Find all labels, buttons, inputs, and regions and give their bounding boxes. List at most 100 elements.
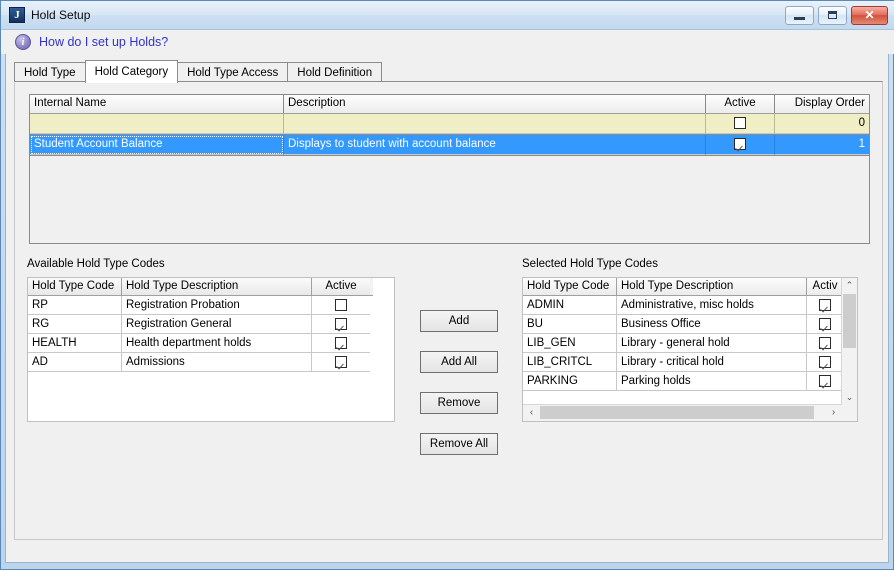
remove-all-button[interactable]: Remove All — [420, 433, 498, 455]
table-row[interactable]: 0 — [30, 114, 869, 135]
horizontal-scroll-thumb[interactable] — [540, 406, 814, 419]
column-header-active[interactable]: Activ — [807, 278, 843, 295]
column-header-active[interactable]: Active — [706, 95, 775, 113]
minimize-icon — [794, 17, 805, 20]
selected-hold-type-codes-grid[interactable]: Hold Type Code Hold Type Description Act… — [523, 278, 843, 398]
hold-category-grid[interactable]: Internal Name Description Active Display… — [29, 94, 870, 244]
vertical-scroll-thumb[interactable] — [843, 294, 856, 348]
help-link[interactable]: How do I set up Holds? — [39, 35, 168, 49]
hold-setup-window: J Hold Setup ✕ i How do I set up Holds? … — [0, 0, 894, 570]
tab-hold-type[interactable]: Hold Type — [14, 62, 86, 82]
scroll-left-icon[interactable]: ‹ — [524, 405, 539, 420]
cell-active[interactable] — [807, 353, 843, 372]
active-checkbox[interactable] — [819, 337, 831, 349]
cell-active[interactable] — [312, 353, 370, 372]
tab-hold-definition[interactable]: Hold Definition — [287, 62, 382, 82]
minimize-button[interactable] — [785, 6, 814, 25]
table-row[interactable]: RP Registration Probation — [28, 296, 373, 315]
tab-hold-category[interactable]: Hold Category — [85, 60, 179, 83]
column-header-active[interactable]: Active — [312, 278, 370, 295]
active-checkbox[interactable] — [819, 318, 831, 330]
vertical-scrollbar[interactable]: ⌃ ⌄ — [841, 278, 857, 405]
info-icon: i — [15, 34, 31, 50]
cell-hold-type-code[interactable]: RP — [28, 296, 122, 315]
scrollbar-corner — [842, 405, 857, 421]
maximize-icon — [828, 11, 837, 19]
column-header-hold-type-code[interactable]: Hold Type Code — [523, 278, 617, 295]
active-checkbox[interactable] — [819, 299, 831, 311]
table-row[interactable]: HEALTH Health department holds — [28, 334, 373, 353]
cell-active[interactable] — [807, 296, 843, 315]
cell-hold-type-description[interactable]: Business Office — [617, 315, 807, 334]
horizontal-scrollbar[interactable]: ‹ › — [523, 404, 842, 421]
column-header-description[interactable]: Description — [284, 95, 706, 113]
table-row[interactable]: Student Account Balance Displays to stud… — [30, 135, 869, 156]
table-row[interactable]: LIB_GEN Library - general hold — [523, 334, 843, 353]
table-row[interactable]: RG Registration General — [28, 315, 373, 334]
cell-internal-name[interactable] — [30, 114, 284, 134]
active-checkbox[interactable] — [734, 138, 746, 150]
column-header-hold-type-description[interactable]: Hold Type Description — [617, 278, 807, 295]
cell-hold-type-code[interactable]: LIB_GEN — [523, 334, 617, 353]
active-checkbox[interactable] — [734, 117, 746, 129]
cell-active[interactable] — [807, 315, 843, 334]
table-row[interactable]: ADMIN Administrative, misc holds — [523, 296, 843, 315]
cell-active[interactable] — [807, 334, 843, 353]
cell-active[interactable] — [706, 135, 775, 155]
active-checkbox[interactable] — [335, 318, 347, 330]
cell-active[interactable] — [807, 372, 843, 391]
column-header-display-order[interactable]: Display Order — [775, 95, 869, 113]
cell-hold-type-description[interactable]: Admissions — [122, 353, 312, 372]
cell-active[interactable] — [312, 315, 370, 334]
tab-hold-type-access[interactable]: Hold Type Access — [177, 62, 288, 82]
cell-display-order[interactable]: 1 — [775, 135, 869, 155]
cell-hold-type-code[interactable]: HEALTH — [28, 334, 122, 353]
active-checkbox[interactable] — [335, 299, 347, 311]
cell-hold-type-description[interactable]: Library - critical hold — [617, 353, 807, 372]
table-row[interactable]: AD Admissions — [28, 353, 373, 372]
cell-description[interactable]: Displays to student with account balance — [284, 135, 706, 155]
cell-hold-type-code[interactable]: ADMIN — [523, 296, 617, 315]
cell-hold-type-description[interactable]: Administrative, misc holds — [617, 296, 807, 315]
cell-active[interactable] — [312, 334, 370, 353]
table-row[interactable]: PARKING Parking holds — [523, 372, 843, 391]
cell-active[interactable] — [706, 114, 775, 134]
remove-button[interactable]: Remove — [420, 392, 498, 414]
cell-hold-type-description[interactable]: Library - general hold — [617, 334, 807, 353]
column-header-hold-type-description[interactable]: Hold Type Description — [122, 278, 312, 295]
active-checkbox[interactable] — [335, 356, 347, 368]
close-button[interactable]: ✕ — [851, 6, 888, 25]
cell-hold-type-description[interactable]: Parking holds — [617, 372, 807, 391]
cell-hold-type-code[interactable]: RG — [28, 315, 122, 334]
available-hold-type-codes-grid[interactable]: Hold Type Code Hold Type Description Act… — [28, 278, 373, 378]
title-bar: J Hold Setup ✕ — [1, 1, 894, 30]
active-checkbox[interactable] — [335, 337, 347, 349]
cell-hold-type-code[interactable]: BU — [523, 315, 617, 334]
scroll-down-icon[interactable]: ⌄ — [842, 390, 857, 405]
cell-internal-name[interactable]: Student Account Balance — [30, 135, 284, 155]
scroll-up-icon[interactable]: ⌃ — [842, 278, 857, 293]
cell-hold-type-description[interactable]: Registration General — [122, 315, 312, 334]
column-header-hold-type-code[interactable]: Hold Type Code — [28, 278, 122, 295]
cell-description[interactable] — [284, 114, 706, 134]
column-header-internal-name[interactable]: Internal Name — [30, 95, 284, 113]
cell-active[interactable] — [312, 296, 370, 315]
cell-hold-type-code[interactable]: PARKING — [523, 372, 617, 391]
hold-category-grid-header: Internal Name Description Active Display… — [30, 95, 869, 114]
available-hold-type-codes-panel: Hold Type Code Hold Type Description Act… — [27, 277, 395, 422]
add-button[interactable]: Add — [420, 310, 498, 332]
table-row[interactable]: BU Business Office — [523, 315, 843, 334]
cell-hold-type-code[interactable]: AD — [28, 353, 122, 372]
active-checkbox[interactable] — [819, 356, 831, 368]
cell-hold-type-description[interactable]: Health department holds — [122, 334, 312, 353]
scroll-right-icon[interactable]: › — [826, 405, 841, 420]
window-controls: ✕ — [785, 6, 888, 25]
cell-hold-type-description[interactable]: Registration Probation — [122, 296, 312, 315]
active-checkbox[interactable] — [819, 375, 831, 387]
table-row[interactable]: LIB_CRITCL Library - critical hold — [523, 353, 843, 372]
cell-display-order[interactable]: 0 — [775, 114, 869, 134]
add-all-button[interactable]: Add All — [420, 351, 498, 373]
cell-hold-type-code[interactable]: LIB_CRITCL — [523, 353, 617, 372]
maximize-button[interactable] — [818, 6, 847, 25]
application-icon: J — [9, 7, 25, 23]
